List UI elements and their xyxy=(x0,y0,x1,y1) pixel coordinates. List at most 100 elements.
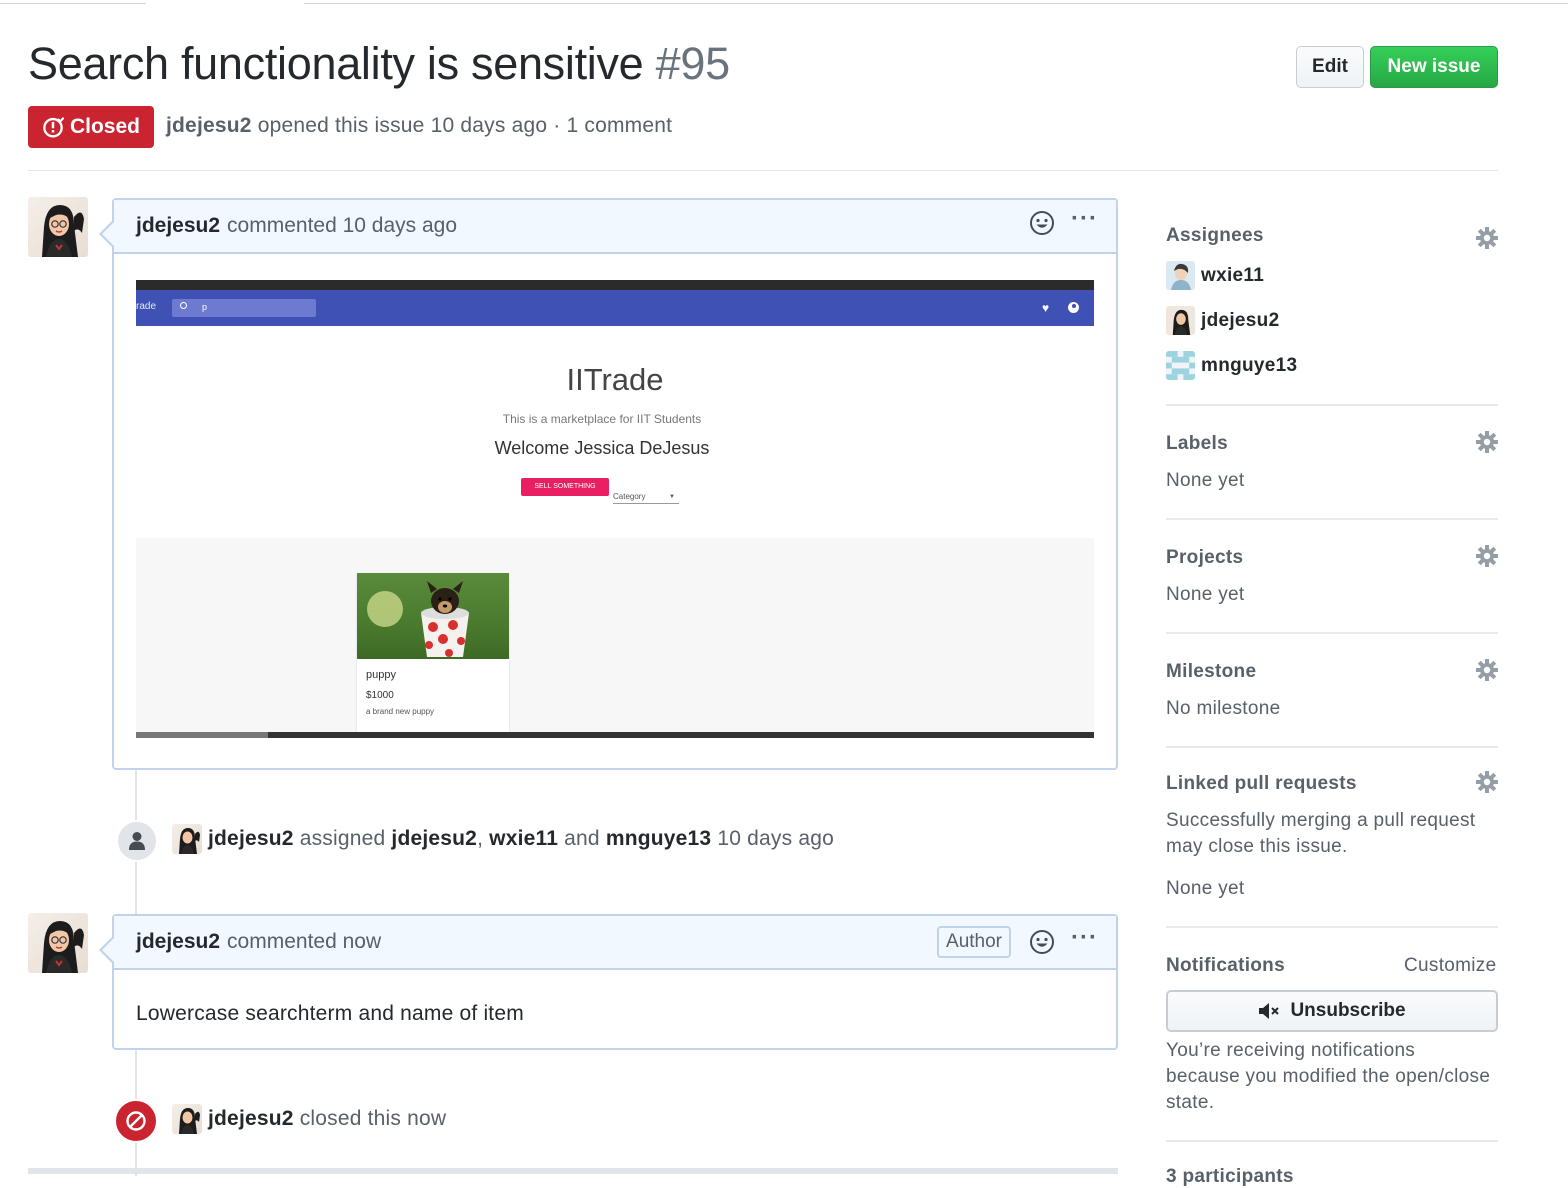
puppy-photo xyxy=(357,573,509,659)
comment-author[interactable]: jdejesu2 xyxy=(136,930,220,954)
sidebar-divider xyxy=(1166,926,1498,928)
customize-link[interactable]: Customize xyxy=(1404,955,1496,977)
gear-icon[interactable] xyxy=(1476,545,1498,567)
sidebar-assignees-title[interactable]: Assignees xyxy=(1166,225,1264,247)
avatar-jdejesu2-image xyxy=(42,921,84,973)
screenshot-scrollbar-track xyxy=(136,732,1094,738)
screenshot-app-title: IITrade xyxy=(566,362,664,397)
timeline-bottom-divider xyxy=(28,1168,1118,1174)
mute-icon xyxy=(1259,1003,1280,1019)
screenshot-item-name: puppy xyxy=(366,669,396,681)
notifications-reason-1: You’re receiving notifications xyxy=(1166,1040,1416,1061)
sidebar-divider xyxy=(1166,404,1498,406)
caret-down-icon: ▼ xyxy=(669,494,675,500)
screenshot-listing-area xyxy=(136,538,1094,738)
state-badge-label: Closed xyxy=(69,115,140,138)
sidebar-divider xyxy=(1166,746,1498,748)
sidebar-assignee-name: jdejesu2 xyxy=(1201,309,1280,331)
smiley-icon[interactable] xyxy=(1029,929,1055,955)
screenshot-app-bar: rade p ♥ xyxy=(136,290,1094,326)
sidebar-milestone-value: No milestone xyxy=(1166,698,1281,719)
sidebar-assignee[interactable]: mnguye13 xyxy=(1166,351,1297,380)
issue-closed-icon xyxy=(43,117,64,138)
heart-icon: ♥ xyxy=(1042,301,1050,315)
gear-icon[interactable] xyxy=(1476,771,1498,793)
person-icon xyxy=(129,832,145,850)
screenshot-category-select: Category ▼ xyxy=(613,492,679,504)
avatar-jdejesu2-image xyxy=(42,205,84,257)
notifications-reason-2: because you modified the open/close xyxy=(1166,1066,1491,1087)
assigned-event: jdejesu2 assigned jdejesu2, wxie11 and m… xyxy=(172,824,834,854)
issue-author-link[interactable]: jdejesu2 xyxy=(166,114,252,137)
issue-title-text: Search functionality is sensitive xyxy=(28,38,644,89)
screenshot-scrollbar-thumb xyxy=(136,732,268,738)
state-badge-closed: Closed xyxy=(28,106,154,148)
screenshot-welcome-text: Welcome Jessica DeJesus xyxy=(494,438,710,458)
screenshot-item-description: a brand new puppy xyxy=(366,707,435,716)
comment-meta[interactable]: commented now xyxy=(227,930,381,954)
event-actor-link[interactable]: jdejesu2 xyxy=(208,827,294,851)
comment-author[interactable]: jdejesu2 xyxy=(136,214,220,238)
new-issue-button[interactable]: New issue xyxy=(1370,46,1498,88)
sidebar-projects-value: None yet xyxy=(1166,584,1245,605)
avatar[interactable] xyxy=(172,1104,202,1134)
tab-left[interactable] xyxy=(0,0,146,4)
avatar[interactable] xyxy=(28,913,88,973)
search-icon xyxy=(180,302,187,309)
sidebar-labels-value: None yet xyxy=(1166,470,1245,491)
sidebar-labels-title[interactable]: Labels xyxy=(1166,433,1228,455)
issue-meta: jdejesu2 opened this issue 10 days ago ·… xyxy=(166,114,672,138)
event-assignee-link[interactable]: wxie11 xyxy=(489,827,558,851)
smiley-icon[interactable] xyxy=(1029,210,1055,236)
screenshot-item-price: $1000 xyxy=(366,690,394,701)
screenshot-item-card: puppy $1000 a brand new puppy xyxy=(357,573,509,738)
sidebar-assignee[interactable]: wxie11 xyxy=(1166,261,1264,290)
tab-active[interactable] xyxy=(146,0,304,4)
header-divider xyxy=(28,170,1498,171)
avatar xyxy=(1166,261,1195,290)
sidebar-participants-title: 3 participants xyxy=(1166,1166,1294,1187)
comment-actions: ··· xyxy=(1029,207,1098,236)
kebab-horizontal-icon[interactable]: ··· xyxy=(1071,207,1098,231)
comment-header: jdejesu2 commented now Author ··· xyxy=(114,916,1116,970)
closed-event: jdejesu2 closed this now xyxy=(172,1104,446,1134)
unsubscribe-button[interactable]: Unsubscribe xyxy=(1166,990,1498,1032)
embedded-screenshot[interactable]: rade p ♥ IITrade This is a marketplace f… xyxy=(136,280,1094,738)
sidebar-notifications-title: Notifications xyxy=(1166,955,1285,976)
comment-meta[interactable]: commented 10 days ago xyxy=(227,214,457,238)
issue-opened-text: opened this issue 10 days ago · 1 commen… xyxy=(257,114,673,137)
gear-icon[interactable] xyxy=(1476,659,1498,681)
sidebar-linked-prs-hint-1: Successfully merging a pull request xyxy=(1166,810,1476,831)
event-assignee-link[interactable]: mnguye13 xyxy=(606,827,711,851)
avatar xyxy=(1166,306,1195,335)
edit-button[interactable]: Edit xyxy=(1296,46,1364,88)
event-conjunction: and xyxy=(564,827,600,850)
comment-body: Lowercase searchterm and name of item xyxy=(136,1002,524,1025)
sidebar-divider xyxy=(1166,518,1498,520)
sidebar-divider xyxy=(1166,632,1498,634)
notifications-reason-3: state. xyxy=(1166,1092,1215,1113)
sidebar-linked-prs-hint-2: may close this issue. xyxy=(1166,836,1348,857)
sidebar-linked-prs-title[interactable]: Linked pull requests xyxy=(1166,773,1357,795)
top-tab-strip xyxy=(0,0,1568,4)
avatar[interactable] xyxy=(28,197,88,257)
sidebar-divider xyxy=(1166,1140,1498,1142)
event-assignee-link[interactable]: jdejesu2 xyxy=(391,827,477,851)
sidebar-milestone-title[interactable]: Milestone xyxy=(1166,661,1256,683)
avatar[interactable] xyxy=(172,824,202,854)
unsubscribe-label: Unsubscribe xyxy=(1290,1000,1406,1021)
kebab-horizontal-icon[interactable]: ··· xyxy=(1071,926,1098,950)
sidebar-assignee-name: wxie11 xyxy=(1201,264,1265,286)
account-icon xyxy=(1068,302,1079,313)
sidebar-projects-title[interactable]: Projects xyxy=(1166,547,1243,569)
gear-icon[interactable] xyxy=(1476,431,1498,453)
closed-event-badge xyxy=(114,1099,158,1143)
gear-icon[interactable] xyxy=(1476,227,1498,249)
event-verb: assigned xyxy=(299,827,386,850)
screenshot-bookmarks-bar xyxy=(136,280,1094,290)
event-time[interactable]: 10 days ago xyxy=(717,827,834,851)
screenshot-category-label: Category xyxy=(613,492,646,501)
tab-right[interactable] xyxy=(304,0,1568,4)
sidebar-assignee[interactable]: jdejesu2 xyxy=(1166,306,1279,335)
event-actor-link[interactable]: jdejesu2 xyxy=(208,1107,294,1131)
